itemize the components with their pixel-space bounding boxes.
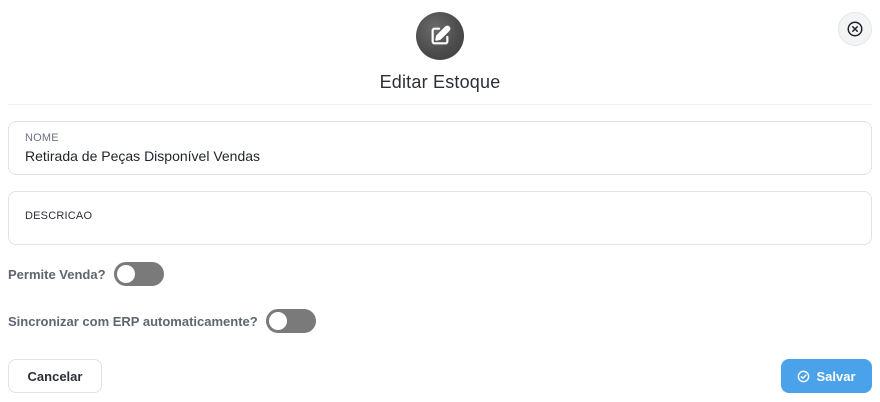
toggle-knob <box>268 312 287 330</box>
permite-venda-toggle[interactable] <box>113 262 164 286</box>
cancel-button[interactable]: Cancelar <box>8 359 102 393</box>
descricao-field[interactable]: DESCRICAO <box>8 191 872 245</box>
edit-icon <box>416 12 464 60</box>
close-circle-icon <box>847 21 863 37</box>
sincronizar-erp-toggle[interactable] <box>265 309 316 333</box>
close-button[interactable] <box>838 12 872 46</box>
modal-title: Editar Estoque <box>379 72 501 92</box>
sincronizar-erp-label: Sincronizar com ERP automaticamente? <box>8 313 258 329</box>
sincronizar-erp-row: Sincronizar com ERP automaticamente? <box>8 309 316 333</box>
check-circle-icon <box>798 370 810 382</box>
descricao-input[interactable] <box>25 222 845 238</box>
edit-stock-modal: Editar Estoque NOME DESCRICAO Permite Ve… <box>0 0 880 402</box>
nome-input[interactable] <box>25 148 845 164</box>
toggle-knob <box>116 265 135 283</box>
nome-label: NOME <box>25 132 59 144</box>
nome-field[interactable]: NOME <box>8 121 872 175</box>
header-divider <box>8 104 872 105</box>
permite-venda-label: Permite Venda? <box>8 266 106 282</box>
permite-venda-row: Permite Venda? <box>8 262 164 286</box>
save-button[interactable]: Salvar <box>781 359 872 393</box>
save-button-label: Salvar <box>816 368 856 384</box>
descricao-label: DESCRICAO <box>25 210 93 222</box>
